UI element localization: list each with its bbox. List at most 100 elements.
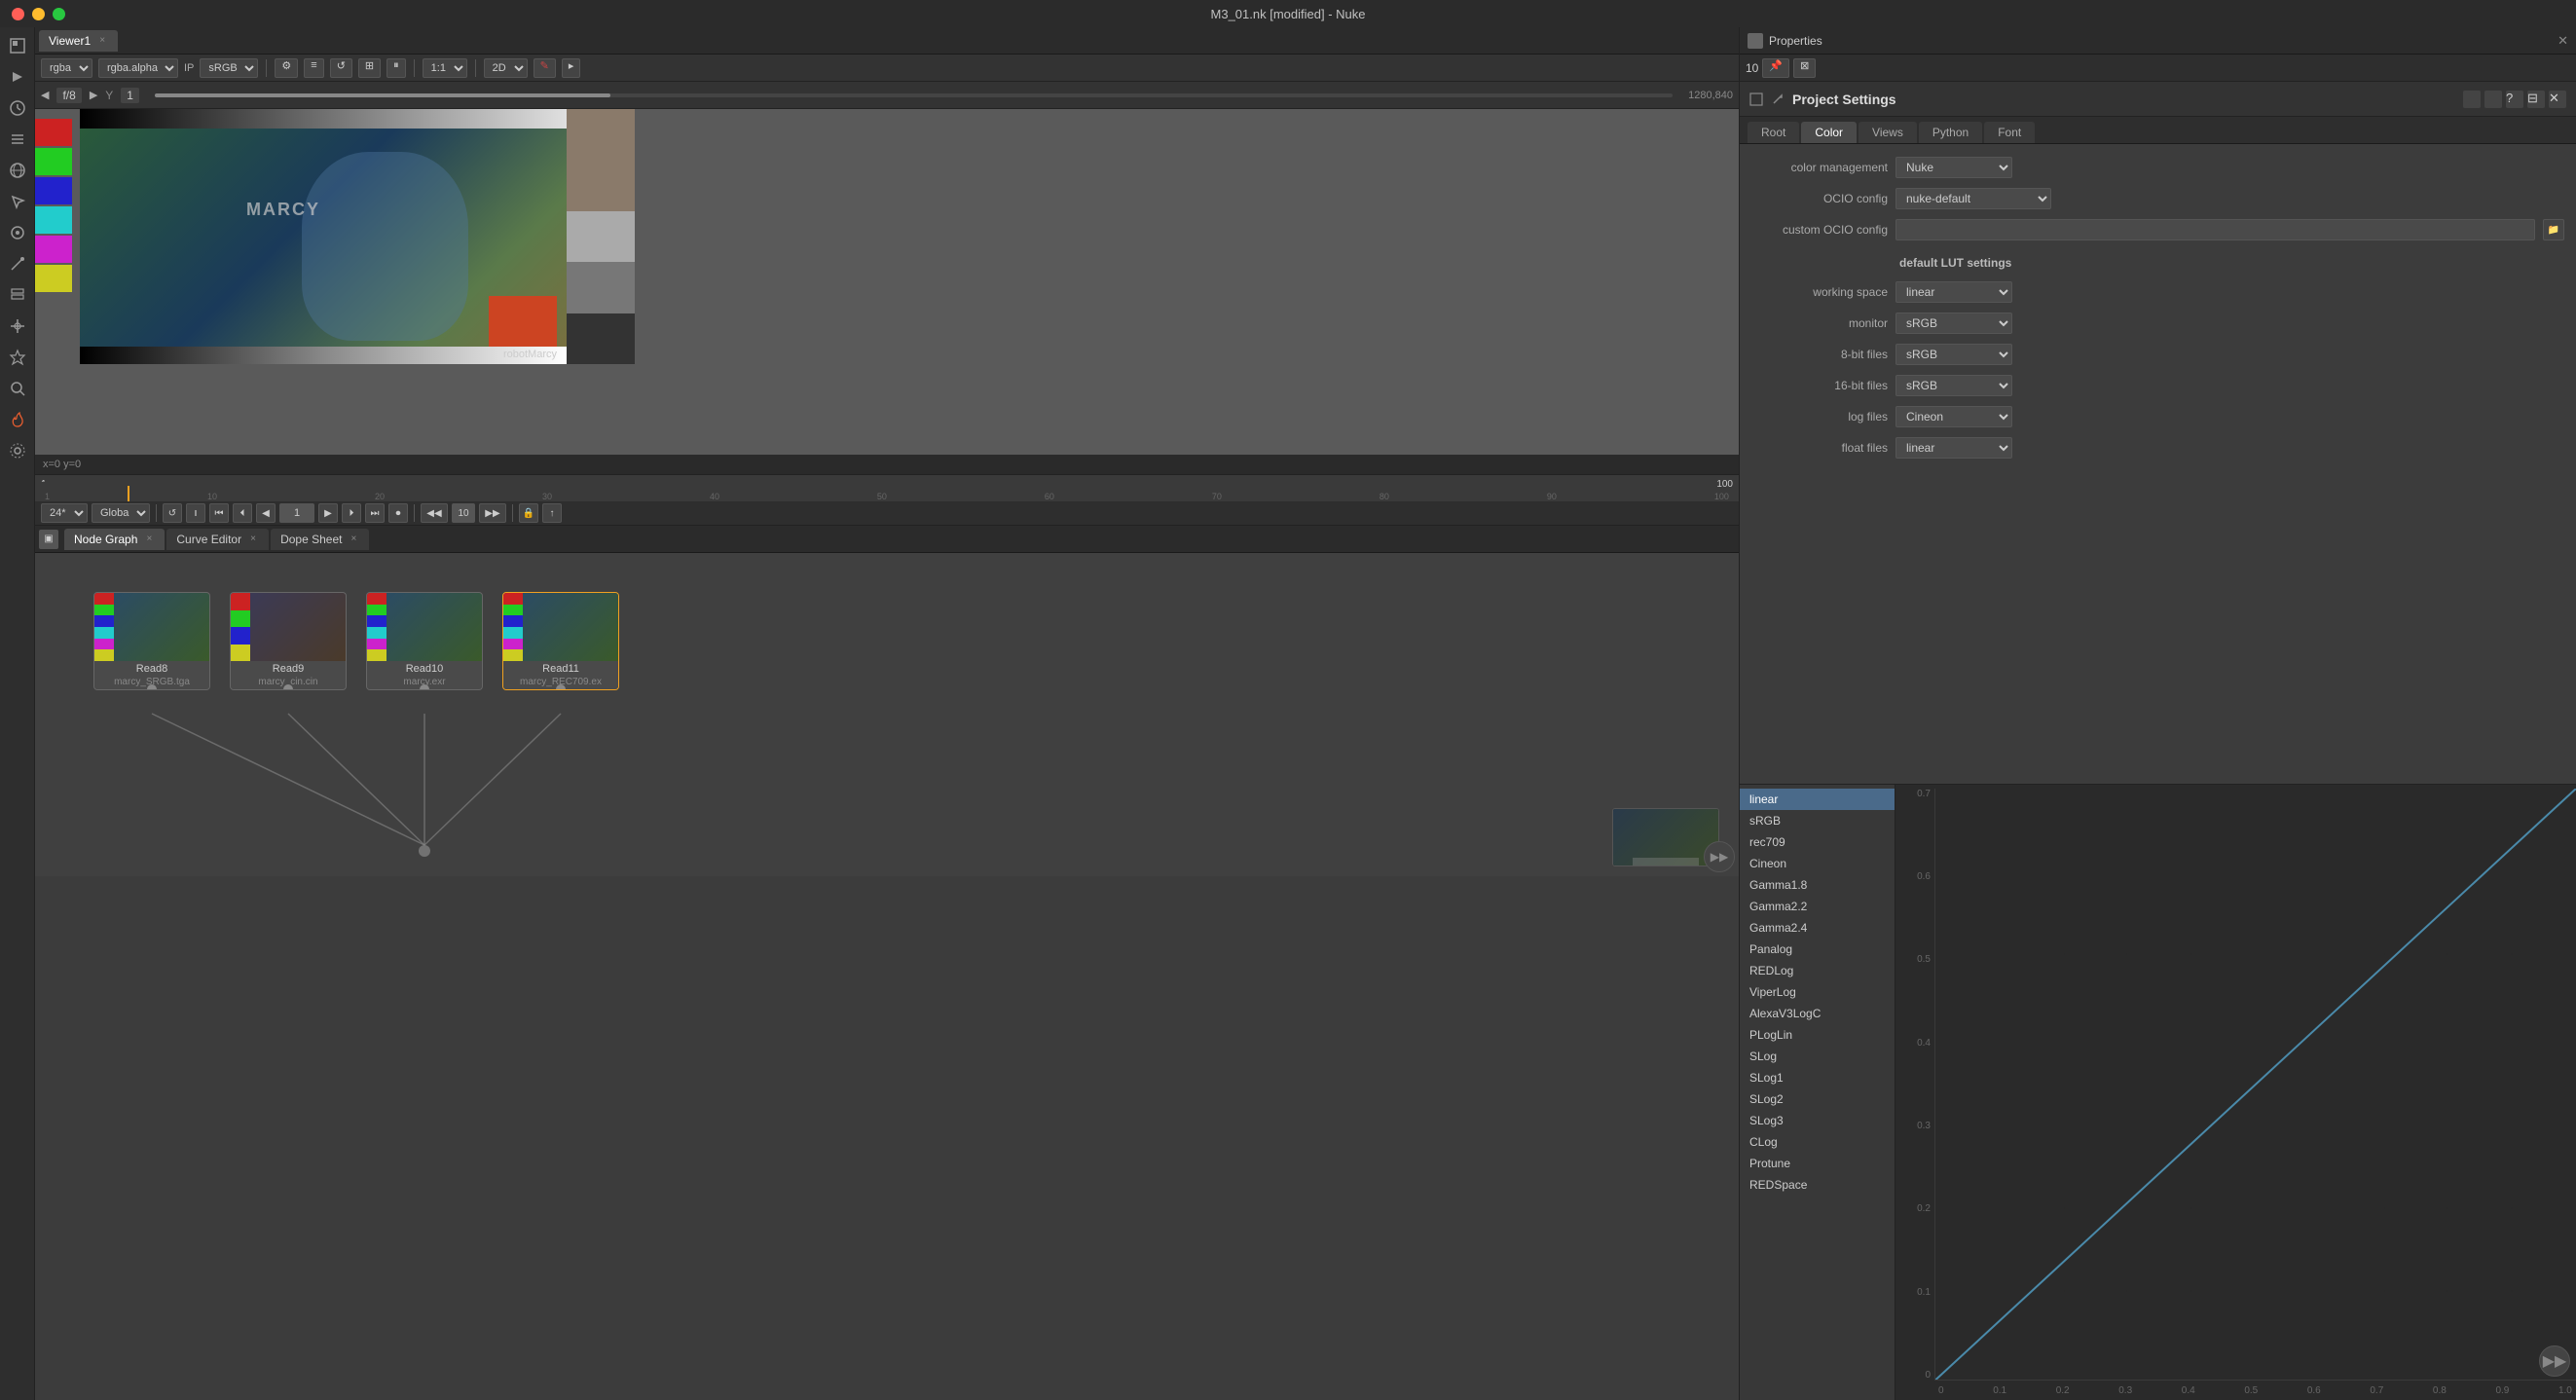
- toolbar-stack-icon[interactable]: [3, 280, 32, 310]
- node10-connector[interactable]: [420, 684, 429, 690]
- float-files-select[interactable]: linear: [1895, 437, 2012, 459]
- prev-frame-btn2[interactable]: ⏴: [233, 503, 252, 523]
- minimize-button[interactable]: [32, 8, 45, 20]
- toolbar-cursor-icon[interactable]: [3, 187, 32, 216]
- more-btn[interactable]: ▸: [562, 58, 581, 78]
- cs-sRGB[interactable]: sRGB: [1740, 810, 1895, 831]
- cs-Gamma18[interactable]: Gamma1.8: [1740, 874, 1895, 896]
- interp-btn[interactable]: I: [186, 503, 205, 523]
- node-graph-canvas[interactable]: Read8 marcy_SRGB.tga Read9: [35, 553, 1739, 876]
- tab-color[interactable]: Color: [1801, 122, 1857, 143]
- node-read8[interactable]: Read8 marcy_SRGB.tga: [93, 592, 210, 690]
- first-frame-btn[interactable]: ⏮: [209, 503, 229, 523]
- tab-views[interactable]: Views: [1858, 122, 1917, 143]
- ocio-config-select[interactable]: nuke-default: [1895, 188, 2051, 209]
- node-read9[interactable]: Read9 marcy_cin.cin: [230, 592, 347, 690]
- tab-root[interactable]: Root: [1748, 122, 1799, 143]
- alpha-channel-select[interactable]: rgba.alpha: [98, 58, 178, 78]
- play-fwd-btn[interactable]: ▶: [318, 503, 338, 523]
- pin-btn[interactable]: 📌: [1762, 58, 1789, 78]
- viewer1-tab[interactable]: Viewer1 ×: [39, 30, 118, 52]
- color-management-select[interactable]: Nuke: [1895, 157, 2012, 178]
- cs-rec709[interactable]: rec709: [1740, 831, 1895, 853]
- toolbar-globe-icon[interactable]: [3, 156, 32, 185]
- timeline-ruler[interactable]: 1 1 10 20 30 40 50 60: [35, 475, 1739, 501]
- node9-connector[interactable]: [283, 684, 293, 690]
- maximize-button[interactable]: [53, 8, 65, 20]
- next-frame-btn[interactable]: ▶: [90, 89, 97, 101]
- playback-mode-select[interactable]: Global: [92, 503, 150, 523]
- 16bit-select[interactable]: sRGB: [1895, 375, 2012, 396]
- cs-SLog3[interactable]: SLog3: [1740, 1110, 1895, 1131]
- toolbar-effects-icon[interactable]: [3, 343, 32, 372]
- cs-REDLog[interactable]: REDLog: [1740, 960, 1895, 981]
- play-back-btn[interactable]: ◀: [256, 503, 276, 523]
- lock-btn[interactable]: 🔒: [519, 503, 538, 523]
- fps-select[interactable]: 24*: [41, 503, 88, 523]
- color-profile-select[interactable]: sRGB: [200, 58, 258, 78]
- scroll-to-end-btn[interactable]: ▶▶: [1704, 841, 1735, 872]
- toolbar-arrow-icon[interactable]: [3, 62, 32, 92]
- window-controls[interactable]: [12, 8, 65, 20]
- props-close[interactable]: ✕: [2558, 33, 2568, 49]
- ps-float-btn[interactable]: ⊟: [2527, 91, 2545, 108]
- log-files-select[interactable]: Cineon: [1895, 406, 2012, 427]
- close-button[interactable]: [12, 8, 24, 20]
- cs-AlexaV3LogC[interactable]: AlexaV3LogC: [1740, 1003, 1895, 1024]
- toolbar-fire-icon[interactable]: [3, 405, 32, 434]
- cs-SLog[interactable]: SLog: [1740, 1046, 1895, 1067]
- cs-Gamma24[interactable]: Gamma2.4: [1740, 917, 1895, 939]
- cs-PLogLin[interactable]: PLogLin: [1740, 1024, 1895, 1046]
- toolbar-settings-icon[interactable]: [3, 436, 32, 465]
- node-read11[interactable]: Read11 marcy_REC709.ex: [502, 592, 619, 690]
- next-frame-btn2[interactable]: ⏵: [342, 503, 361, 523]
- toolbar-palette-icon[interactable]: [3, 218, 32, 247]
- ng-panel-icon[interactable]: ▣: [39, 530, 58, 549]
- tab-font[interactable]: Font: [1984, 122, 2035, 143]
- toolbar-transform-icon[interactable]: [3, 312, 32, 341]
- cs-SLog2[interactable]: SLog2: [1740, 1088, 1895, 1110]
- cs-Panalog[interactable]: Panalog: [1740, 939, 1895, 960]
- cs-Cineon[interactable]: Cineon: [1740, 853, 1895, 874]
- toolbar-wand-icon[interactable]: [3, 249, 32, 278]
- refresh-btn[interactable]: ↺: [330, 58, 352, 78]
- skip-back-btn[interactable]: ◀◀: [421, 503, 448, 523]
- skip-fwd-btn[interactable]: ▶▶: [479, 503, 506, 523]
- toolbar-clock-icon[interactable]: [3, 93, 32, 123]
- crop-btn[interactable]: ⊞: [358, 58, 381, 78]
- node-read10[interactable]: Read10 marcy.exr: [366, 592, 483, 690]
- dope-sheet-close[interactable]: ×: [348, 534, 359, 545]
- node8-connector[interactable]: [147, 684, 157, 690]
- monitor-select[interactable]: sRGB: [1895, 313, 2012, 334]
- ps-fwd-btn[interactable]: [2484, 91, 2502, 108]
- toolbar-viewer-icon[interactable]: [3, 31, 32, 60]
- ps-back-btn[interactable]: [2463, 91, 2481, 108]
- last-frame-btn[interactable]: ⏭: [365, 503, 385, 523]
- curve-editor-close[interactable]: ×: [247, 534, 259, 545]
- toolbar-list-icon[interactable]: [3, 125, 32, 154]
- working-space-select[interactable]: linear: [1895, 281, 2012, 303]
- ps-help-btn[interactable]: ?: [2506, 91, 2523, 108]
- custom-ocio-input[interactable]: [1895, 219, 2535, 240]
- view-mode-select[interactable]: 2D: [484, 58, 528, 78]
- cs-Gamma22[interactable]: Gamma2.2: [1740, 896, 1895, 917]
- toolbar-search-icon[interactable]: [3, 374, 32, 403]
- prev-frame-btn[interactable]: ◀: [41, 89, 49, 101]
- curve-editor-tab[interactable]: Curve Editor ×: [166, 529, 269, 550]
- export-btn[interactable]: ↑: [542, 503, 562, 523]
- loop-btn[interactable]: ↺: [163, 503, 182, 523]
- 8bit-select[interactable]: sRGB: [1895, 344, 2012, 365]
- cs-Protune[interactable]: Protune: [1740, 1153, 1895, 1174]
- node-graph-tab[interactable]: Node Graph ×: [64, 529, 165, 550]
- cs-SLog1[interactable]: SLog1: [1740, 1067, 1895, 1088]
- channels-btn[interactable]: ≡: [304, 58, 323, 78]
- ps-close-btn[interactable]: ✕: [2549, 91, 2566, 108]
- settings-btn[interactable]: ⚙: [275, 58, 298, 78]
- node11-connector[interactable]: [556, 684, 566, 690]
- cs-REDSpace[interactable]: REDSpace: [1740, 1174, 1895, 1196]
- current-frame-display[interactable]: 1: [279, 503, 314, 523]
- zoom-select[interactable]: 1:1: [423, 58, 467, 78]
- node-graph-close[interactable]: ×: [143, 534, 155, 545]
- viewer-canvas[interactable]: MARCY robotMarcy: [35, 109, 1739, 455]
- viewer1-tab-close[interactable]: ×: [96, 35, 108, 47]
